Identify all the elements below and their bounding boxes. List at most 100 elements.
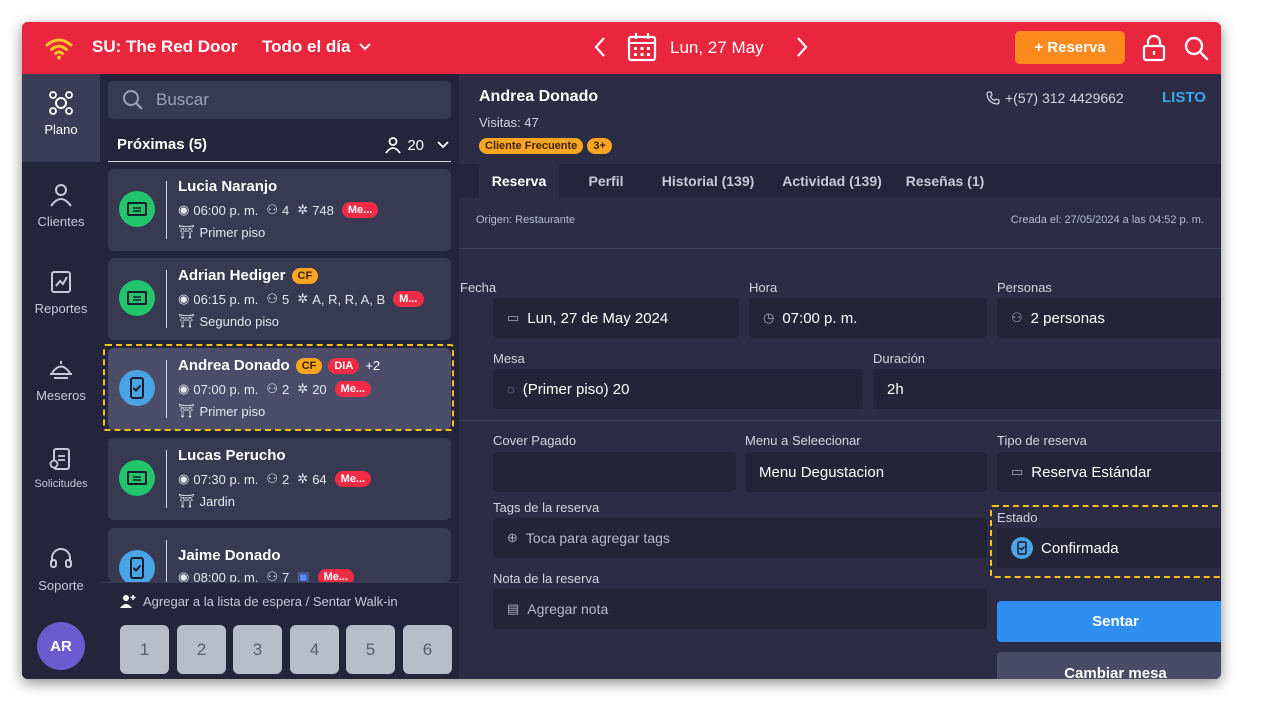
frequent-badge: CF <box>291 267 319 284</box>
area-icon: ⛩ <box>178 224 195 239</box>
search-icon[interactable] <box>1182 34 1210 62</box>
note-placeholder: Agregar nota <box>527 601 609 617</box>
tab-reserva[interactable]: Reserva <box>479 164 559 198</box>
avatar[interactable]: AR <box>37 622 85 670</box>
change-table-button[interactable]: Cambiar mesa <box>997 652 1221 679</box>
clock-icon: ◷ <box>763 310 775 325</box>
nav-label: Meseros <box>36 388 86 403</box>
menu-value: Menu Degustacion <box>759 463 885 481</box>
tab-perfil[interactable]: Perfil <box>571 164 641 198</box>
fecha-label: Fecha <box>460 280 497 295</box>
duracion-label: Duración <box>873 351 926 366</box>
tags-label: Tags de la reserva <box>493 500 600 515</box>
next-day-button[interactable] <box>792 32 812 62</box>
reservation-type-field[interactable]: ▭ Reserva Estándar <box>997 452 1221 492</box>
seat-button[interactable]: Sentar <box>997 601 1221 642</box>
time: 06:00 p. m. <box>193 202 259 218</box>
area-icon: ⛩ <box>178 313 195 328</box>
divider <box>166 270 167 328</box>
new-reservation-button[interactable]: + Reserva <box>1015 31 1125 64</box>
tab-actividad[interactable]: Actividad (139) <box>775 164 889 198</box>
nav-item-meseros[interactable]: Meseros <box>22 356 100 403</box>
divider <box>459 420 1221 421</box>
table: 64 <box>312 471 327 487</box>
nav-item-plano[interactable]: Plano <box>22 74 100 162</box>
headset-icon <box>50 548 72 568</box>
list-header: Próximas (5) 20 <box>117 136 451 160</box>
phone-number[interactable]: +(57) 312 4429662 <box>986 90 1124 106</box>
table-icon: ✲ <box>297 291 309 306</box>
table: 748 <box>312 202 334 218</box>
phone-icon <box>986 91 1000 105</box>
extra-badges-count: 3+ <box>587 138 612 154</box>
mesa-label: Mesa <box>493 351 525 366</box>
table-field[interactable]: ◌ (Primer piso) 20 <box>493 369 863 409</box>
reservation-card[interactable]: Lucia Naranjo ◉ 06:00 p. m. ⚇ 4 ✲ 748 Me… <box>108 169 451 251</box>
tab-resenas[interactable]: Reseñas (1) <box>901 164 989 198</box>
time-value: 07:00 p. m. <box>782 309 858 327</box>
prev-day-button[interactable] <box>590 32 610 62</box>
table-icon: ◌ <box>507 381 515 397</box>
note-field[interactable]: ▤ Agregar nota <box>493 589 987 629</box>
search-input[interactable]: Buscar <box>108 81 451 119</box>
reservation-meta: ◉ 06:00 p. m. ⚇ 4 ✲ 748 Me... <box>178 202 379 218</box>
menu-field[interactable]: Menu Degustacion <box>745 452 987 492</box>
guest-name: Adrian Hediger CF <box>178 267 319 284</box>
lock-icon[interactable] <box>1142 34 1166 62</box>
reservation-type-value: Reserva Estándar <box>1031 463 1152 481</box>
calendar-icon: ▭ <box>507 310 520 325</box>
waitlist-label: Agregar a la lista de espera / Sentar Wa… <box>143 593 398 609</box>
party-size-button[interactable]: 6 <box>403 625 452 674</box>
tags-field[interactable]: ⊕ Toca para agregar tags <box>493 518 987 558</box>
reservation-card[interactable]: Lucas Perucho ◉ 07:30 p. m. ⚇ 2 ✲ 64 Me.… <box>108 438 451 520</box>
chart-icon <box>51 271 71 293</box>
current-date[interactable]: Lun, 27 May <box>670 38 764 58</box>
duration-field[interactable]: 2h <box>873 369 1221 409</box>
table: A, R, R, A, B <box>312 291 386 307</box>
tipo-label: Tipo de reserva <box>997 433 1087 448</box>
nav-item-soporte[interactable]: Soporte <box>22 546 100 593</box>
people: 7 <box>282 569 290 583</box>
phone-confirmed-icon <box>130 557 144 579</box>
time: 06:15 p. m. <box>193 291 259 307</box>
area: Primer piso <box>199 224 266 240</box>
cover-field[interactable] <box>493 452 736 492</box>
time: 08:00 p. m. <box>193 569 259 583</box>
period-selector[interactable]: Todo el día <box>262 37 372 57</box>
guest-name: Jaime Donado <box>178 547 281 564</box>
party-size-button[interactable]: 5 <box>346 625 395 674</box>
requests-icon <box>49 448 70 470</box>
guest-name-text: Lucas Perucho <box>178 447 286 464</box>
listo-button[interactable]: LISTO <box>1162 89 1206 106</box>
people-field[interactable]: ⚇ 2 personas <box>997 298 1221 338</box>
tab-historial[interactable]: Historial (139) <box>653 164 763 198</box>
chevron-down-icon <box>437 141 449 149</box>
chevron-down-icon <box>359 43 372 51</box>
party-size-button[interactable]: 3 <box>233 625 282 674</box>
party-size-button[interactable]: 1 <box>120 625 169 674</box>
guest-name-text: Lucia Naranjo <box>178 178 278 195</box>
calendar-icon[interactable] <box>626 31 658 63</box>
nav-label: Plano <box>44 122 78 137</box>
reservation-card[interactable]: Adrian Hediger CF ◉ 06:15 p. m. ⚇ 5 ✲ A,… <box>108 258 451 340</box>
nav-item-reportes[interactable]: Reportes <box>22 269 100 316</box>
party-size-button[interactable]: 2 <box>177 625 226 674</box>
reservation-card[interactable]: Jaime Donado ◉ 08:00 p. m. ⚇ 7 ▣ Me... <box>108 528 451 582</box>
nav-label: Clientes <box>37 214 85 229</box>
add-circle-icon: ⊕ <box>507 530 518 545</box>
nav-item-clientes[interactable]: Clientes <box>22 182 100 229</box>
people-value: 2 personas <box>1030 309 1105 327</box>
date-field[interactable]: ▭ Lun, 27 de May 2024 <box>493 298 739 338</box>
cover-label: Cover Pagado <box>493 433 577 448</box>
menu-tag: Me... <box>334 471 372 487</box>
party-size-button[interactable]: 4 <box>290 625 339 674</box>
nav-label: Soporte <box>38 578 84 593</box>
area: Segundo piso <box>199 313 280 329</box>
guest-count-toggle[interactable]: 20 <box>384 136 451 154</box>
nota-label: Nota de la reserva <box>493 571 600 586</box>
venue-name[interactable]: SU: The Red Door <box>92 37 237 57</box>
reservation-area: ⛩ Primer piso <box>178 224 265 240</box>
time-field[interactable]: ◷ 07:00 p. m. <box>749 298 987 338</box>
nav-item-solicitudes[interactable]: Solicitudes <box>22 446 100 490</box>
add-waitlist-link[interactable]: Agregar a la lista de espera / Sentar Wa… <box>120 593 398 609</box>
